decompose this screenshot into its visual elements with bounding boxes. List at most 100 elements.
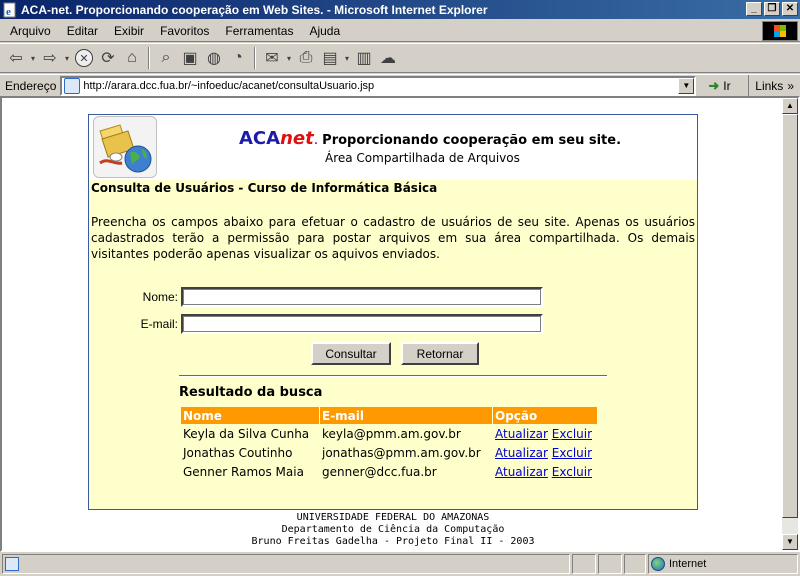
status-cell bbox=[572, 554, 596, 574]
chevron-down-icon[interactable]: ▾ bbox=[28, 46, 38, 70]
status-cell bbox=[598, 554, 622, 574]
column-header-email: E-mail bbox=[320, 407, 492, 424]
brand-net: net bbox=[280, 128, 314, 149]
table-row: Jonathas Coutinho jonathas@pmm.am.gov.br… bbox=[181, 444, 597, 462]
results-title: Resultado da busca bbox=[179, 385, 323, 400]
ie-page-icon: e bbox=[2, 2, 18, 18]
menu-exibir[interactable]: Exibir bbox=[105, 24, 151, 38]
security-zone: Internet bbox=[648, 554, 798, 574]
vertical-scrollbar[interactable]: ▲ ▼ bbox=[782, 98, 798, 550]
chevron-down-icon[interactable]: ▾ bbox=[284, 46, 294, 70]
forward-icon[interactable]: ⇨ bbox=[38, 46, 62, 70]
toolbar-separator bbox=[254, 47, 256, 69]
name-field[interactable] bbox=[181, 287, 543, 307]
email-label: E-mail: bbox=[140, 317, 178, 331]
go-arrow-icon: ➜ bbox=[708, 77, 720, 93]
address-input[interactable]: http://arara.dcc.fua.br/~infoeduc/acanet… bbox=[60, 75, 697, 96]
column-header-name: Nome bbox=[181, 407, 319, 424]
folder-globe-logo-icon bbox=[93, 116, 157, 178]
go-label: Ir bbox=[723, 78, 731, 93]
chevron-down-icon[interactable]: ▼ bbox=[678, 77, 695, 94]
page-footer: UNIVERSIDADE FEDERAL DO AMAZONAS Departa… bbox=[88, 512, 698, 548]
status-bar: Internet bbox=[0, 552, 800, 576]
name-label: Nome: bbox=[142, 290, 178, 304]
return-button[interactable]: Retornar bbox=[401, 342, 479, 365]
status-cell bbox=[624, 554, 646, 574]
messenger-icon[interactable]: ☁ bbox=[376, 46, 400, 70]
footer-author: Bruno Freitas Gadelha - Projeto Final II… bbox=[251, 536, 535, 547]
menu-ferramentas[interactable]: Ferramentas bbox=[216, 24, 300, 38]
page-content: Consulta de Usuários - Curso de Informát… bbox=[91, 181, 695, 262]
update-link[interactable]: Atualizar bbox=[495, 465, 548, 479]
email-field[interactable] bbox=[181, 314, 543, 334]
page-header: ACA net. Proporcionando cooperação em seu… bbox=[89, 115, 697, 180]
scroll-up-icon[interactable]: ▲ bbox=[782, 98, 798, 114]
table-row: Keyla da Silva Cunha keyla@pmm.am.gov.br… bbox=[181, 425, 597, 443]
scroll-thumb[interactable] bbox=[782, 114, 798, 518]
back-icon[interactable]: ⇦ bbox=[4, 46, 28, 70]
divider bbox=[179, 375, 607, 377]
close-button[interactable]: ✕ bbox=[782, 2, 798, 16]
window-title: ACA-net. Proporcionando cooperação em We… bbox=[21, 2, 488, 17]
search-icon[interactable]: ⌕ bbox=[154, 46, 178, 70]
discuss-icon[interactable]: ▥ bbox=[352, 46, 376, 70]
address-url[interactable]: http://arara.dcc.fua.br/~infoeduc/acanet… bbox=[83, 80, 374, 92]
page-icon bbox=[64, 77, 81, 94]
title-bar: e ACA-net. Proporcionando cooperação em … bbox=[0, 0, 800, 19]
chevron-down-icon[interactable]: ▾ bbox=[62, 46, 72, 70]
delete-link[interactable]: Excluir bbox=[552, 446, 592, 460]
cell-name: Jonathas Coutinho bbox=[183, 446, 293, 460]
media-icon[interactable]: ◍ bbox=[202, 46, 226, 70]
footer-university: UNIVERSIDADE FEDERAL DO AMAZONAS bbox=[296, 512, 490, 523]
email-row: E-mail: bbox=[101, 314, 543, 334]
results-table: Nome E-mail Opção Keyla da Silva Cunha k… bbox=[180, 406, 598, 482]
brand-dot: . bbox=[313, 132, 319, 148]
update-link[interactable]: Atualizar bbox=[495, 446, 548, 460]
cell-email: genner@dcc.fua.br bbox=[322, 465, 437, 479]
address-label: Endereço bbox=[5, 78, 57, 93]
windows-logo-icon bbox=[762, 21, 798, 41]
brand-block: ACA net. Proporcionando cooperação em seu… bbox=[239, 128, 621, 165]
stop-icon[interactable]: ✕ bbox=[72, 46, 96, 70]
delete-link[interactable]: Excluir bbox=[552, 427, 592, 441]
refresh-icon[interactable]: ⟳ bbox=[96, 46, 120, 70]
page-icon bbox=[5, 557, 19, 571]
delete-link[interactable]: Excluir bbox=[552, 465, 592, 479]
go-button[interactable]: ➜ Ir bbox=[708, 78, 730, 94]
favorites-icon[interactable]: ▣ bbox=[178, 46, 202, 70]
menu-arquivo[interactable]: Arquivo bbox=[0, 24, 58, 38]
cell-options: Atualizar Excluir bbox=[493, 444, 597, 462]
scroll-down-icon[interactable]: ▼ bbox=[782, 534, 798, 550]
cell-options: Atualizar Excluir bbox=[493, 425, 597, 443]
footer-department: Departamento de Ciência da Computação bbox=[281, 524, 505, 535]
maximize-button[interactable]: ❐ bbox=[764, 2, 780, 16]
chevron-down-icon[interactable]: ▾ bbox=[342, 46, 352, 70]
mail-icon[interactable]: ✉ bbox=[260, 46, 284, 70]
update-link[interactable]: Atualizar bbox=[495, 427, 548, 441]
home-icon[interactable]: ⌂ bbox=[120, 46, 144, 70]
minimize-button[interactable]: _ bbox=[746, 2, 762, 16]
cell-options: Atualizar Excluir bbox=[493, 463, 597, 481]
edit-icon[interactable]: ▤ bbox=[318, 46, 342, 70]
cell-email: keyla@pmm.am.gov.br bbox=[322, 427, 461, 441]
page-title: Consulta de Usuários - Curso de Informát… bbox=[91, 181, 438, 195]
links-button[interactable]: Links » bbox=[748, 75, 800, 97]
name-row: Nome: bbox=[101, 287, 543, 307]
browser-viewport: ACA net. Proporcionando cooperação em seu… bbox=[0, 96, 800, 552]
page-container: ACA net. Proporcionando cooperação em seu… bbox=[88, 114, 698, 510]
brand-tagline: Proporcionando cooperação em seu site. bbox=[322, 133, 622, 148]
brand-subtitle: Área Compartilhada de Arquivos bbox=[325, 151, 520, 165]
intro-text: Preencha os campos abaixo para efetuar o… bbox=[91, 215, 695, 261]
form-buttons: Consultar Retornar bbox=[311, 342, 479, 365]
address-bar: Endereço http://arara.dcc.fua.br/~infoed… bbox=[0, 74, 800, 97]
print-icon[interactable]: ⎙ bbox=[294, 46, 318, 70]
menu-favoritos[interactable]: Favoritos bbox=[151, 24, 216, 38]
menu-ajuda[interactable]: Ajuda bbox=[300, 24, 347, 38]
cell-name: Genner Ramos Maia bbox=[183, 465, 304, 479]
history-icon[interactable]: ◔ bbox=[226, 46, 250, 70]
brand-aca: ACA bbox=[239, 128, 281, 149]
consult-button[interactable]: Consultar bbox=[311, 342, 391, 365]
menu-editar[interactable]: Editar bbox=[58, 24, 105, 38]
cell-email: jonathas@pmm.am.gov.br bbox=[322, 446, 481, 460]
menu-bar: Arquivo Editar Exibir Favoritos Ferramen… bbox=[0, 20, 800, 42]
